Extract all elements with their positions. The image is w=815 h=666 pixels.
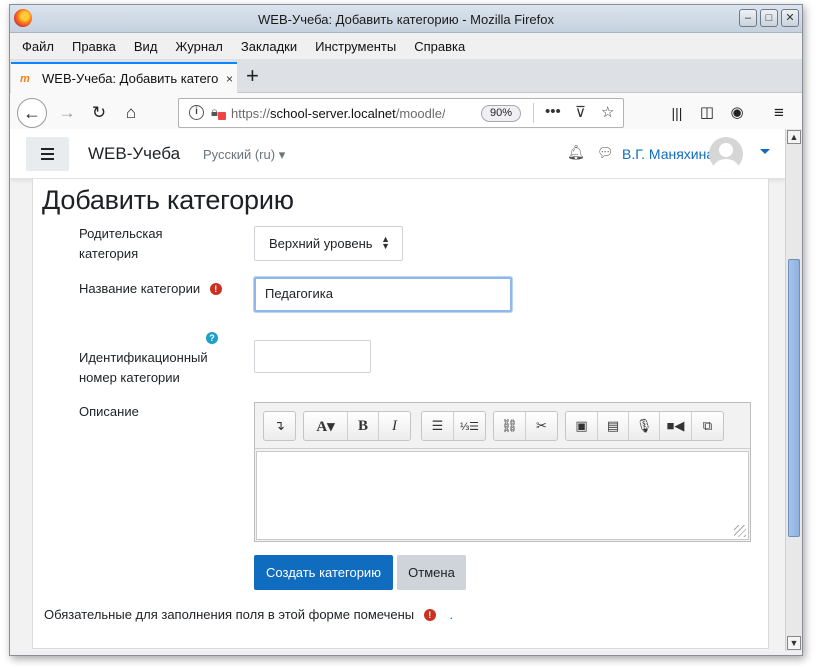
menu-bookmarks[interactable]: Закладки [232, 39, 306, 54]
title-bar: WEB-Учеба: Добавить категорию - Mozilla … [10, 5, 802, 33]
home-icon[interactable]: ⌂ [118, 100, 144, 126]
italic-icon[interactable]: I [379, 412, 410, 440]
unlink-icon[interactable]: ✂︎ [526, 412, 557, 440]
category-name-input[interactable]: Педагогика [254, 277, 512, 312]
forward-arrow-icon[interactable]: → [54, 100, 80, 126]
image-icon[interactable]: ▣ [566, 412, 598, 440]
maximize-button[interactable]: □ [760, 9, 778, 27]
menu-view[interactable]: Вид [125, 39, 167, 54]
avatar[interactable] [709, 137, 743, 171]
description-editor: ↴ A▾ B I ☰ ⅓☰ ⛓︎ ✂︎ ▣ ▤ 🎙︎ ■◀ ⧉ [254, 402, 751, 542]
drawer-toggle-button[interactable] [26, 137, 69, 171]
collapse-toolbar-icon[interactable]: ↴ [264, 412, 295, 440]
page-scrollbar[interactable]: ▲ ▼ [785, 129, 802, 651]
caret-down-icon: ▾ [278, 147, 286, 162]
resize-grip-icon[interactable] [734, 525, 746, 537]
media-icon[interactable]: ▤ [598, 412, 629, 440]
help-icon[interactable]: ? [206, 332, 218, 344]
bookmark-star-icon[interactable]: ☆ [601, 103, 614, 121]
idnumber-input[interactable] [254, 340, 371, 373]
menu-file[interactable]: Файл [13, 39, 63, 54]
required-fields-note: Обязательные для заполнения поля в этой … [44, 607, 453, 622]
pocket-icon[interactable]: ⊽ [575, 103, 586, 121]
menu-history[interactable]: Журнал [166, 39, 231, 54]
page-actions-icon[interactable]: ••• [545, 103, 561, 120]
required-icon: ! [423, 609, 436, 621]
link-icon[interactable]: ⛓︎ [494, 412, 526, 440]
user-menu-caret-icon[interactable] [760, 149, 770, 154]
navigation-toolbar: ← → ↻ ⌂ i 🔒︎ https://school-server.local… [10, 93, 802, 133]
menu-hamburger-icon[interactable]: ≡ [766, 100, 792, 126]
site-navbar: WEB-Учеба Русский (ru) ▾ 🔔︎ 💬︎ В.Г. Маня… [10, 129, 785, 179]
reload-icon[interactable]: ↻ [86, 100, 112, 126]
bold-icon[interactable]: B [348, 412, 379, 440]
window-title: WEB-Учеба: Добавить категорию - Mozilla … [258, 12, 554, 27]
notifications-bell-icon[interactable]: 🔔︎ [567, 144, 585, 161]
tab-bar: m WEB-Учеба: Добавить катего × + [10, 59, 802, 93]
library-icon[interactable]: ||| [664, 100, 690, 126]
menu-tools[interactable]: Инструменты [306, 39, 405, 54]
create-category-button[interactable]: Создать категорию [254, 555, 393, 590]
tab-active[interactable]: m WEB-Учеба: Добавить катего × [11, 62, 237, 93]
messages-chat-icon[interactable]: 💬︎ [597, 145, 614, 161]
select-arrows-icon: ▲ ▼ [381, 234, 390, 251]
parent-category-label: Родительская категория [79, 226, 163, 261]
required-icon: ! [209, 283, 222, 295]
new-tab-button[interactable]: + [246, 65, 259, 87]
page-title: Добавить категорию [42, 185, 294, 215]
video-icon[interactable]: ■◀ [660, 412, 692, 440]
menu-edit[interactable]: Правка [63, 39, 125, 54]
url-text[interactable]: https://school-server.localnet/moodle/ [231, 106, 445, 121]
font-style-icon[interactable]: A▾ [304, 412, 348, 440]
microphone-icon[interactable]: 🎙︎ [629, 412, 660, 440]
close-button[interactable]: ✕ [781, 9, 799, 27]
ordered-list-icon[interactable]: ⅓☰ [454, 412, 485, 440]
back-arrow-icon[interactable]: ← [17, 98, 47, 128]
page-viewport: WEB-Учеба Русский (ru) ▾ 🔔︎ 💬︎ В.Г. Маня… [10, 129, 785, 651]
language-menu[interactable]: Русский (ru) ▾ [203, 147, 285, 163]
tab-label: WEB-Учеба: Добавить катего [42, 71, 219, 86]
scroll-up-icon[interactable]: ▲ [787, 130, 801, 144]
manage-files-icon[interactable]: ⧉ [692, 412, 723, 440]
description-label: Описание [79, 404, 139, 419]
account-icon[interactable]: ◉ [724, 100, 750, 126]
category-name-label: Название категории ! [79, 279, 222, 299]
parent-category-select[interactable]: Верхний уровень ▲ ▼ [254, 226, 403, 261]
description-textarea[interactable] [256, 451, 749, 540]
user-name[interactable]: В.Г. Маняхина [622, 146, 714, 162]
menu-bar: Файл Правка Вид Журнал Закладки Инструме… [10, 34, 802, 59]
lock-icon[interactable]: 🔒︎ [211, 104, 218, 120]
unordered-list-icon[interactable]: ☰ [422, 412, 454, 440]
menu-help[interactable]: Справка [405, 39, 474, 54]
moodle-favicon-icon: m [20, 72, 30, 85]
info-icon[interactable]: i [189, 105, 204, 120]
insecure-warning-icon [218, 112, 226, 120]
editor-toolbar: ↴ A▾ B I ☰ ⅓☰ ⛓︎ ✂︎ ▣ ▤ 🎙︎ ■◀ ⧉ [255, 403, 750, 449]
site-brand[interactable]: WEB-Учеба [88, 144, 180, 164]
cancel-button[interactable]: Отмена [397, 555, 466, 590]
tab-close-icon[interactable]: × [226, 72, 233, 86]
zoom-indicator[interactable]: 90% [481, 105, 521, 122]
minimize-button[interactable]: – [739, 9, 757, 27]
scroll-down-icon[interactable]: ▼ [787, 636, 801, 650]
sidebar-icon[interactable]: ◫ [694, 100, 720, 126]
scrollbar-thumb[interactable] [788, 259, 800, 537]
idnumber-label: Идентификационный номер категории [79, 350, 208, 385]
url-bar[interactable]: i 🔒︎ https://school-server.localnet/mood… [178, 98, 624, 128]
